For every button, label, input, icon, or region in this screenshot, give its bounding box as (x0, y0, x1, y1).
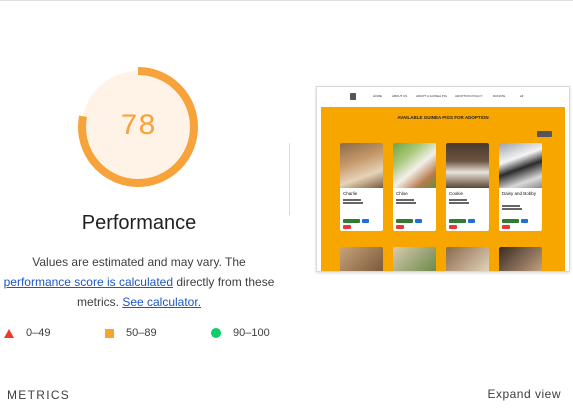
expand-view-button[interactable]: Expand view (487, 387, 561, 401)
pet-delete-button (343, 225, 351, 229)
site-logo-icon (350, 93, 356, 100)
pet-delete-button (449, 225, 457, 229)
category-title: Performance (81, 212, 197, 234)
pet-photo (393, 143, 436, 188)
pet-card-partial (340, 247, 383, 271)
score-legend: 0–49 50–89 90–100 (0, 327, 290, 343)
site-nav-policy: ADOPTION POLICY (455, 94, 483, 98)
pet-delete-button (502, 225, 510, 229)
site-main-area: AVAILABLE GUINEA PIGS FOR ADOPTION Charl… (321, 107, 565, 271)
legend-pass-range: 90–100 (233, 327, 270, 339)
pet-card-partial (499, 247, 542, 271)
pet-card-partial (446, 247, 489, 271)
pet-info-line (396, 202, 416, 204)
pet-photo (499, 143, 542, 188)
pet-photo (340, 143, 383, 188)
pet-name: Chloe (396, 191, 408, 196)
site-nav-home: HOME (373, 94, 382, 98)
pet-info-line (502, 205, 520, 207)
vertical-divider (289, 143, 290, 215)
pet-photo (446, 143, 489, 188)
legend-fail-range: 0–49 (26, 327, 51, 339)
pet-edit-button (521, 219, 528, 223)
pet-card: Cookie (446, 143, 489, 231)
pet-delete-button (396, 225, 404, 229)
pet-adopt-button (449, 219, 466, 223)
pet-info-line (343, 199, 361, 201)
pet-info-line (449, 202, 469, 204)
pet-card: Charlie (340, 143, 383, 231)
pass-circle-icon (211, 328, 221, 338)
score-calculated-link[interactable]: performance score is calculated (4, 275, 173, 289)
site-nav-adopt: ADOPT A GUINEA PIG (416, 94, 447, 98)
legend-pass: 90–100 (211, 327, 270, 339)
fail-triangle-icon (4, 328, 14, 338)
pet-edit-button (468, 219, 475, 223)
average-square-icon (105, 328, 114, 338)
site-nav-donate: DONATE (493, 94, 506, 98)
pet-adopt-button (502, 219, 519, 223)
pet-card-partial (393, 247, 436, 271)
metrics-heading: METRICS (7, 388, 71, 402)
site-nav-bar: HOME ABOUT US ADOPT A GUINEA PIG ADOPTIO… (317, 87, 569, 107)
top-border (0, 0, 573, 5)
pet-info-line (343, 202, 363, 204)
pet-name: Daisy and Bobby (502, 191, 537, 196)
final-screenshot-thumbnail[interactable]: HOME ABOUT US ADOPT A GUINEA PIG ADOPTIO… (316, 86, 570, 272)
pet-info-line (396, 199, 414, 201)
legend-fail: 0–49 (4, 327, 50, 339)
pet-edit-button (415, 219, 422, 223)
site-top-button (537, 131, 552, 137)
performance-score-gauge: 78 (77, 66, 199, 188)
pet-adopt-button (343, 219, 360, 223)
see-calculator-link[interactable]: See calculator. (122, 295, 201, 309)
pet-info-line (449, 199, 467, 201)
site-nav-about: ABOUT US (392, 94, 408, 98)
score-description: Values are estimated and may vary. The p… (0, 252, 278, 312)
site-nav-account-icon: ●▾ (520, 94, 524, 98)
score-value: 78 (119, 110, 156, 144)
pet-name: Cookie (449, 191, 464, 196)
pet-card: Daisy and Bobby (499, 143, 542, 231)
legend-average: 50–89 (105, 327, 157, 339)
legend-average-range: 50–89 (126, 327, 157, 339)
pet-card: Chloe (393, 143, 436, 231)
desc-text-1: Values are estimated and may vary. The (32, 255, 246, 269)
pet-adopt-button (396, 219, 413, 223)
pet-name: Charlie (343, 191, 358, 196)
site-heading: AVAILABLE GUINEA PIGS FOR ADOPTION (397, 115, 489, 120)
pet-edit-button (362, 219, 369, 223)
pet-info-line (502, 208, 522, 210)
